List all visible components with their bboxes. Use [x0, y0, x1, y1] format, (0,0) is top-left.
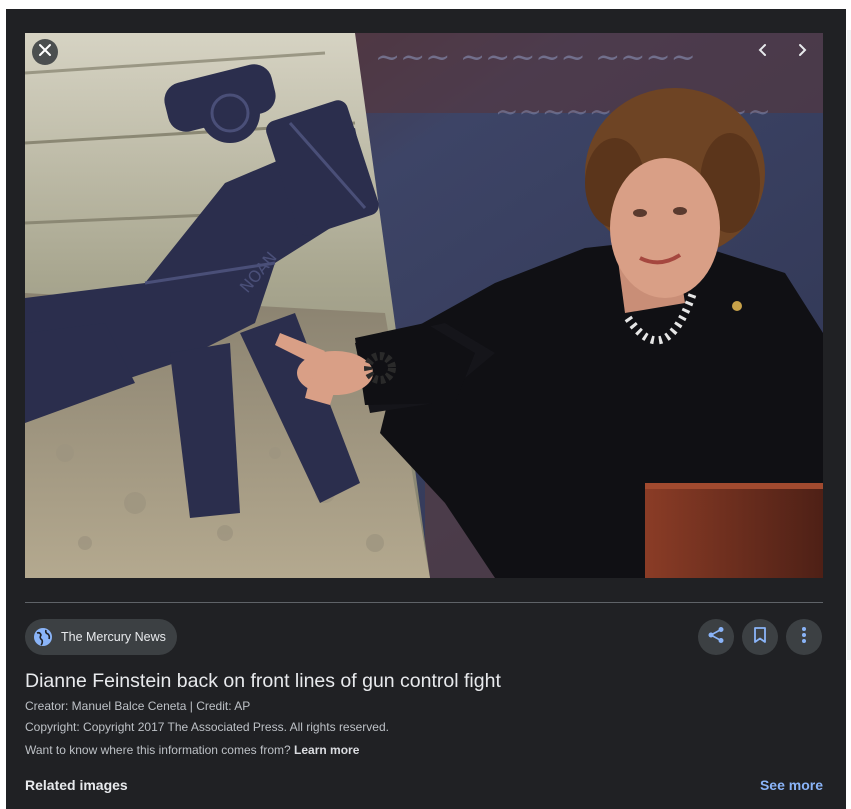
- chevron-right-icon: [796, 43, 808, 62]
- more-vert-icon: [801, 626, 807, 649]
- share-button[interactable]: [698, 619, 734, 655]
- image-title[interactable]: Dianne Feinstein back on front lines of …: [25, 670, 501, 693]
- close-icon: [38, 43, 52, 62]
- svg-text:~~~ ~~~~~ ~~~~: ~~~ ~~~~~ ~~~~: [375, 40, 696, 75]
- learn-more-link[interactable]: Learn more: [294, 743, 359, 757]
- divider: [25, 602, 823, 603]
- previous-image-button[interactable]: [750, 39, 776, 65]
- globe-icon: [33, 627, 53, 647]
- related-images-heading: Related images: [25, 777, 128, 793]
- source-chip[interactable]: The Mercury News: [25, 619, 177, 655]
- close-button[interactable]: [32, 39, 58, 65]
- see-more-link[interactable]: See more: [760, 777, 823, 793]
- chevron-left-icon: [757, 43, 769, 62]
- more-options-button[interactable]: [786, 619, 822, 655]
- image-viewer-panel: ~~~ ~~~~~ ~~~~ ~~~~~ ~~~ ~~~: [6, 9, 846, 809]
- creator-credit: Creator: Manuel Balce Ceneta | Credit: A…: [25, 699, 251, 713]
- page-scrollbar[interactable]: [847, 30, 851, 660]
- next-image-button[interactable]: [789, 39, 815, 65]
- save-button[interactable]: [742, 619, 778, 655]
- info-source-line: Want to know where this information come…: [25, 743, 359, 757]
- photo-illustration: ~~~ ~~~~~ ~~~~ ~~~~~ ~~~ ~~~: [25, 33, 823, 578]
- copyright-notice: Copyright: Copyright 2017 The Associated…: [25, 720, 389, 734]
- bookmark-icon: [752, 626, 768, 649]
- info-source-text: Want to know where this information come…: [25, 743, 291, 757]
- preview-image[interactable]: ~~~ ~~~~~ ~~~~ ~~~~~ ~~~ ~~~: [25, 33, 823, 578]
- source-name: The Mercury News: [61, 630, 166, 644]
- share-icon: [707, 626, 725, 649]
